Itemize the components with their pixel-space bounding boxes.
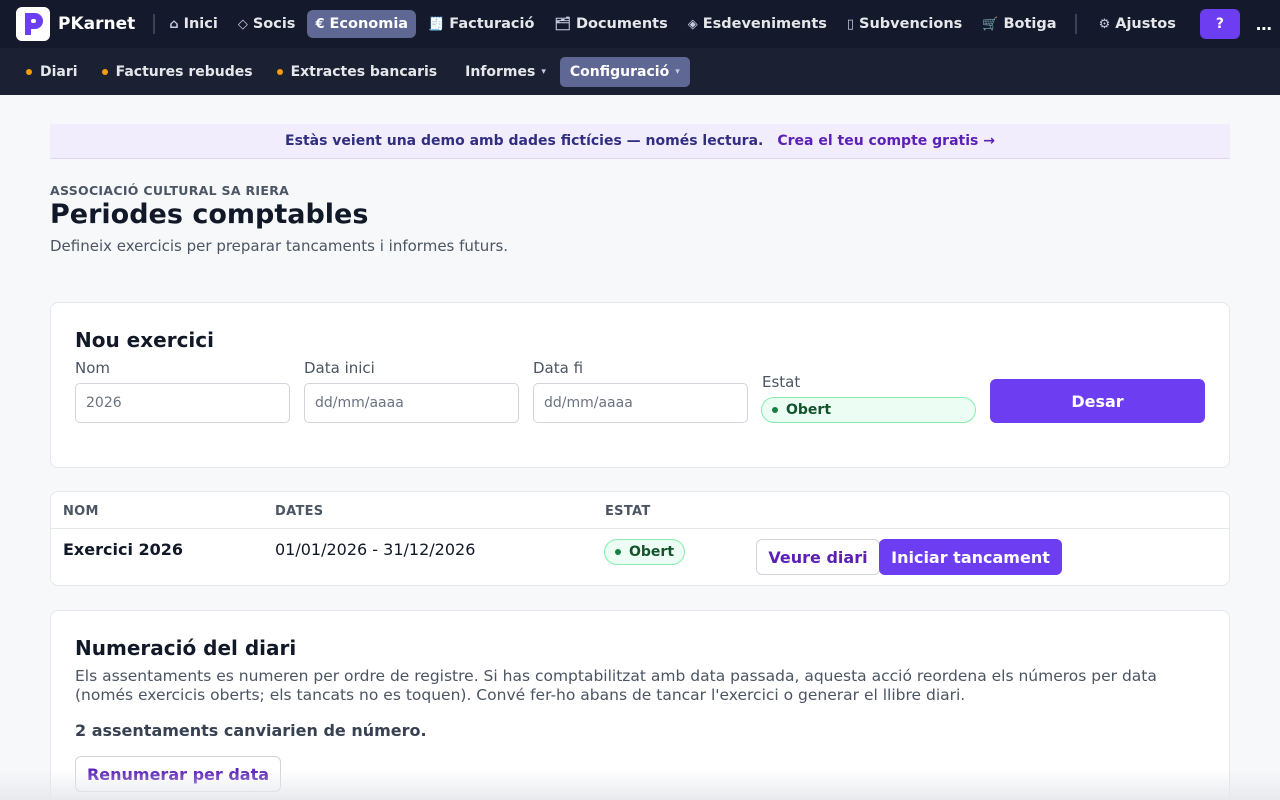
subnav-item-configuracio[interactable]: Configuració ▾ [559, 56, 690, 87]
start-date-label: Data inici [304, 359, 375, 377]
journal-numbering-title: Numeració del diari [75, 636, 297, 660]
renumber-by-date-button[interactable]: Renumerar per data [75, 756, 281, 792]
page-title: Periodes comptables [50, 199, 369, 230]
periods-table: NOM DATES ESTAT Exercici 2026 01/01/2026… [50, 491, 1230, 586]
nav-item-label: Economia [329, 16, 409, 32]
nav-item-label: Documents [575, 16, 668, 32]
nav-item-label: Inici [183, 16, 218, 32]
column-header-dates: DATES [275, 504, 324, 519]
nav-item-label: Esdeveniments [702, 16, 827, 32]
nav-item-label: Socis [252, 16, 296, 32]
organization-name: ASSOCIACIÓ CULTURAL SA RIERA [50, 183, 290, 198]
app-logo-icon [16, 7, 50, 41]
status-dot-icon [615, 549, 621, 555]
journal-numbering-card: Numeració del diari Els assentaments es … [50, 610, 1230, 800]
top-nav: PKarnet ⌂ Inici ◇ Socis € Economia 🧾 Fac… [0, 0, 1280, 48]
renumber-count: 2 assentaments canviarien de número. [75, 721, 427, 740]
folder-icon: 🗂 [554, 16, 571, 32]
status-badge-label: Obert [629, 544, 675, 560]
journal-numbering-description: Els assentaments es numeren per ordre de… [75, 667, 1157, 704]
demo-banner-text: Estàs veient una demo amb dades fictície… [285, 133, 764, 149]
column-header-name: NOM [63, 504, 99, 519]
subnav-item-label: Configuració [569, 63, 670, 80]
nav-separator [153, 14, 156, 34]
nav-item-socis[interactable]: ◇ Socis [230, 10, 304, 38]
start-date-input[interactable]: dd/mm/aaaa [304, 383, 519, 423]
nav-item-label: Botiga [1003, 16, 1057, 32]
status-label: Estat [762, 373, 801, 391]
status-dot-icon [101, 68, 108, 75]
cart-icon: 🛒 [982, 16, 999, 32]
nav-item-ajustos[interactable]: ⚙ Ajustos [1091, 10, 1184, 38]
nav-item-facturacio[interactable]: 🧾 Facturació [420, 10, 542, 38]
nav-item-botiga[interactable]: 🛒 Botiga [974, 10, 1064, 38]
end-date-input[interactable]: dd/mm/aaaa [533, 383, 748, 423]
save-button[interactable]: Desar [990, 379, 1205, 423]
column-header-status: ESTAT [605, 504, 651, 519]
nav-separator [1074, 14, 1077, 34]
subnav-item-extractes-bancaris[interactable]: Extractes bancaris [267, 57, 448, 87]
nav-item-documents[interactable]: 🗂 Documents [546, 10, 675, 38]
event-diamond-icon: ◈ [687, 16, 698, 32]
create-account-link[interactable]: Crea el teu compte gratis → [777, 133, 995, 149]
nav-item-economia[interactable]: € Economia [307, 10, 417, 38]
nav-item-label: Subvencions [859, 16, 963, 32]
status-badge: Obert [604, 539, 686, 565]
chevron-down-icon: ▾ [675, 66, 680, 77]
receipt-icon: 🧾 [428, 16, 445, 32]
subnav-item-informes[interactable]: Informes ▾ [455, 57, 556, 87]
gear-icon: ⚙ [1098, 16, 1111, 32]
sub-nav: Diari Factures rebudes Extractes bancari… [0, 48, 1280, 95]
status-dot-icon [772, 407, 778, 413]
more-menu-icon[interactable]: … [1256, 15, 1272, 34]
subnav-item-label: Informes [465, 63, 536, 80]
status-dot-icon [26, 68, 32, 75]
status-dot-icon [276, 68, 283, 75]
status-select-value: Obert [786, 402, 832, 418]
home-icon: ⌂ [169, 16, 179, 32]
period-dates: 01/01/2026 - 31/12/2026 [275, 540, 476, 559]
subnav-item-label: Factures rebudes [115, 63, 253, 80]
name-input[interactable]: 2026 [75, 383, 290, 423]
new-exercise-title: Nou exercici [75, 328, 214, 352]
brand[interactable]: PKarnet [16, 7, 147, 41]
view-journal-button[interactable]: Veure diari [756, 539, 880, 575]
nav-item-esdeveniments[interactable]: ◈ Esdeveniments [680, 10, 835, 38]
period-name: Exercici 2026 [63, 540, 184, 559]
name-label: Nom [75, 359, 111, 377]
grant-icon: ▯ [846, 16, 855, 32]
chevron-down-icon: ▾ [541, 66, 546, 77]
nav-item-subvencions[interactable]: ▯ Subvencions [839, 10, 970, 38]
end-date-label: Data fi [533, 359, 584, 377]
new-exercise-card: Nou exercici Nom 2026 Data inici dd/mm/a… [50, 302, 1230, 468]
table-header-divider [51, 528, 1229, 529]
subnav-item-factures-rebudes[interactable]: Factures rebudes [92, 57, 263, 87]
euro-icon: € [315, 16, 325, 32]
page-subtitle: Defineix exercicis per preparar tancamen… [50, 237, 509, 255]
subnav-item-diari[interactable]: Diari [24, 57, 88, 87]
nav-item-label: Ajustos [1115, 16, 1176, 32]
nav-item-inici[interactable]: ⌂ Inici [161, 10, 226, 38]
help-button[interactable]: ? [1199, 9, 1240, 39]
subnav-item-label: Diari [40, 63, 78, 80]
subnav-item-label: Extractes bancaris [290, 63, 438, 80]
start-closing-button[interactable]: Iniciar tancament [879, 539, 1062, 575]
demo-banner: Estàs veient una demo amb dades fictície… [50, 124, 1230, 159]
diamond-icon: ◇ [237, 16, 248, 32]
nav-item-label: Facturació [449, 16, 535, 32]
status-select[interactable]: Obert [761, 397, 976, 423]
app-name: PKarnet [58, 14, 136, 34]
